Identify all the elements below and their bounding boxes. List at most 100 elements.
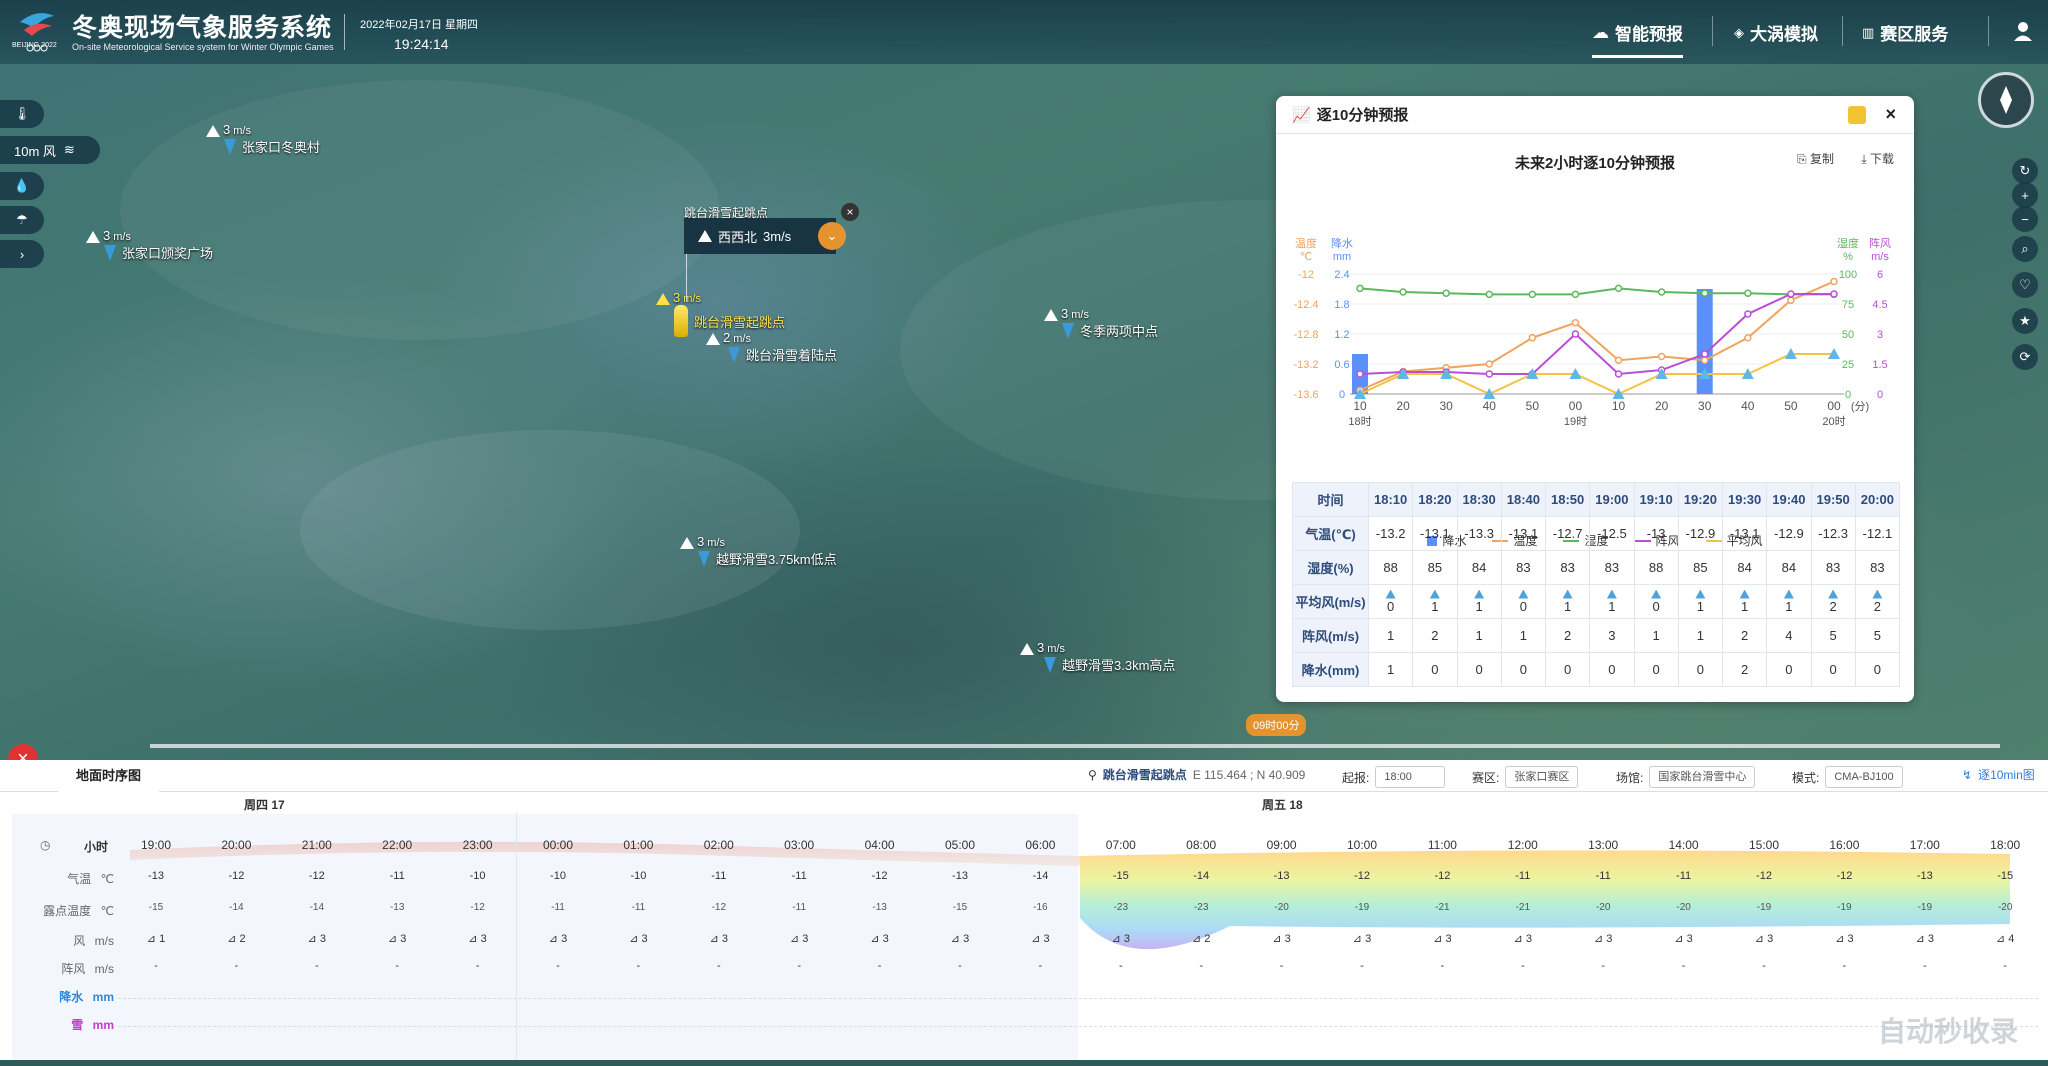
start-select[interactable]: 18:00 xyxy=(1375,766,1446,788)
series-line xyxy=(1359,287,1834,296)
station-marker[interactable]: 3 m/s 越野滑雪3.75km低点 xyxy=(680,534,837,568)
gust-cell: - xyxy=(234,960,239,972)
y-tick-label: 25 xyxy=(1842,359,1854,371)
compass-icon[interactable] xyxy=(1978,72,2034,128)
station-marker[interactable]: 2 m/s 跳台滑雪着陆点 xyxy=(706,330,837,364)
hour-cell: 01:00 xyxy=(623,838,654,852)
station-marker[interactable]: 3 m/s 张家口冬奥村 xyxy=(206,122,320,156)
dewpoint-cell: -20 xyxy=(1595,902,1611,913)
temp-cell: -12 xyxy=(871,870,888,882)
rain-icon[interactable]: ☂ xyxy=(0,206,44,234)
y-tick-label: 75 xyxy=(1842,299,1854,311)
data-point xyxy=(1744,289,1752,297)
table-cell: 83 xyxy=(1500,550,1547,585)
data-point xyxy=(1830,277,1838,286)
user-icon[interactable] xyxy=(2012,20,2034,42)
chevron-down-icon[interactable]: ⌄ xyxy=(818,222,846,250)
y-tick-label: 0 xyxy=(1339,389,1345,401)
y-tick-label: 6 xyxy=(1877,269,1883,281)
wind-cell: ⊿ 3 xyxy=(1835,933,1854,945)
hour-cell: 13:00 xyxy=(1588,838,1619,852)
table-cell: 0 xyxy=(1367,584,1414,619)
row-header: 气温(℃) xyxy=(1292,516,1369,551)
time-slider-handle[interactable]: 09时00分 xyxy=(1246,714,1307,736)
zoom-out-icon[interactable]: − xyxy=(2012,206,2038,232)
station-marker[interactable]: 3 m/s 张家口颁奖广场 xyxy=(86,228,213,262)
copy-button[interactable]: ⎘ 复制 xyxy=(1797,150,1834,167)
app-subtitle: On-site Meteorological Service system fo… xyxy=(72,42,334,52)
station-marker[interactable]: 3 m/s 冬季两项中点 xyxy=(1044,306,1158,340)
location-pin-icon: ⚲ xyxy=(1088,767,1097,782)
table-cell: 2 xyxy=(1412,618,1458,653)
dewpoint-cell: -12 xyxy=(470,902,485,913)
temp-cell: -13 xyxy=(1273,870,1290,882)
zone-select[interactable]: 张家口赛区 xyxy=(1505,766,1579,788)
star-icon[interactable]: ★ xyxy=(2012,308,2038,334)
close-icon[interactable]: × xyxy=(841,203,859,221)
table-cell: -13 xyxy=(1633,516,1679,551)
dewpoint-cell: -13 xyxy=(389,902,405,913)
dewpoint-cell: -14 xyxy=(229,902,244,913)
hour-cell: 05:00 xyxy=(944,838,976,852)
expand-icon[interactable]: › xyxy=(0,240,44,268)
row-header: 阵风(m/s) xyxy=(1292,618,1369,653)
ten-min-link[interactable]: ↯ 逐10min图 xyxy=(1962,766,2035,783)
site-name: 跳台滑雪起跳点 xyxy=(1102,768,1187,782)
table-cell: 83 xyxy=(1810,550,1856,585)
venue-select[interactable]: 国家跳台滑雪中心 xyxy=(1649,766,1756,788)
table-cell: 19:10 xyxy=(1633,482,1679,517)
table-cell: 0 xyxy=(1633,652,1679,687)
gust-cell: - xyxy=(716,960,721,972)
dewpoint-cell: -20 xyxy=(1676,902,1691,913)
table-cell: -13.1 xyxy=(1500,516,1547,551)
data-point xyxy=(1485,290,1494,299)
wind-arrow-icon xyxy=(1044,309,1058,321)
table-cell: 0 xyxy=(1810,652,1856,687)
table-cell: -12.7 xyxy=(1544,516,1591,551)
row-unit: mm xyxy=(89,1018,114,1032)
site-info: ⚲ 跳台滑雪起跳点 E 115.464 ; N 40.909 xyxy=(1088,766,1305,783)
download-button[interactable]: ⤓ 下载 xyxy=(1861,150,1894,167)
search-icon[interactable]: ⌕ xyxy=(2012,236,2038,262)
row-label: 露点温度 ℃ xyxy=(0,902,120,919)
row-header: 湿度(%) xyxy=(1292,550,1369,585)
wind-unit: m/s xyxy=(1047,643,1065,655)
humidity-icon[interactable]: 💧 xyxy=(0,172,44,200)
wind-layer-button[interactable]: 10m 风 ≋ xyxy=(0,136,100,164)
wind-arrow-icon xyxy=(86,231,100,243)
pin-window-icon[interactable] xyxy=(1848,106,1866,124)
zoom-in-icon[interactable]: + xyxy=(2012,182,2038,208)
tab-les-simulation[interactable]: ◈ 大涡模拟 xyxy=(1734,20,1818,45)
data-point xyxy=(1528,290,1537,299)
hour-cell: 04:00 xyxy=(864,838,895,852)
tab-surface-timeseries[interactable]: 地面时序图 xyxy=(58,760,160,792)
table-cell: 1 xyxy=(1367,652,1414,687)
data-point xyxy=(1528,334,1537,342)
table-cell: -12.5 xyxy=(1589,516,1635,551)
forecast-chart: 温度℃ 降水mm 湿度% 阵风m/s -12 -12.4 -12.8 -13.2 -13.6 2.… xyxy=(1293,236,1891,428)
wind-cell: ⊿ 3 xyxy=(789,933,809,945)
model-select[interactable]: CMA-BJ100 xyxy=(1825,766,1903,788)
time-slider[interactable] xyxy=(150,744,2000,748)
table-cell: 1 xyxy=(1456,584,1502,619)
station-marker[interactable]: 3 m/s 越野滑雪3.3km高点 xyxy=(1020,640,1175,674)
table-cell: 84 xyxy=(1721,550,1768,585)
series-line xyxy=(1359,353,1834,396)
hour-cell: 09:00 xyxy=(1266,838,1297,852)
data-point xyxy=(1485,370,1494,378)
popup-leader-line xyxy=(686,254,687,302)
temp-cell: -15 xyxy=(1112,870,1129,882)
hour-cell: 23:00 xyxy=(462,838,493,852)
data-point xyxy=(1442,289,1450,297)
sync-icon[interactable]: ⟳ xyxy=(2012,344,2038,370)
tab-smart-forecast[interactable]: ☁ 智能预报 xyxy=(1592,20,1683,58)
refresh-icon[interactable]: ↻ xyxy=(2012,158,2038,184)
tab-venue-service[interactable]: ▥ 赛区服务 xyxy=(1862,20,1948,45)
data-point xyxy=(1571,330,1580,338)
gust-cell: - xyxy=(1842,960,1847,972)
heart-icon[interactable]: ♡ xyxy=(2012,272,2038,298)
thermometer-icon[interactable]: 🌡 xyxy=(0,100,44,128)
gust-cell: - xyxy=(1279,960,1284,972)
dewpoint-cell: -19 xyxy=(1917,902,1933,913)
close-icon[interactable]: × xyxy=(1885,104,1896,125)
